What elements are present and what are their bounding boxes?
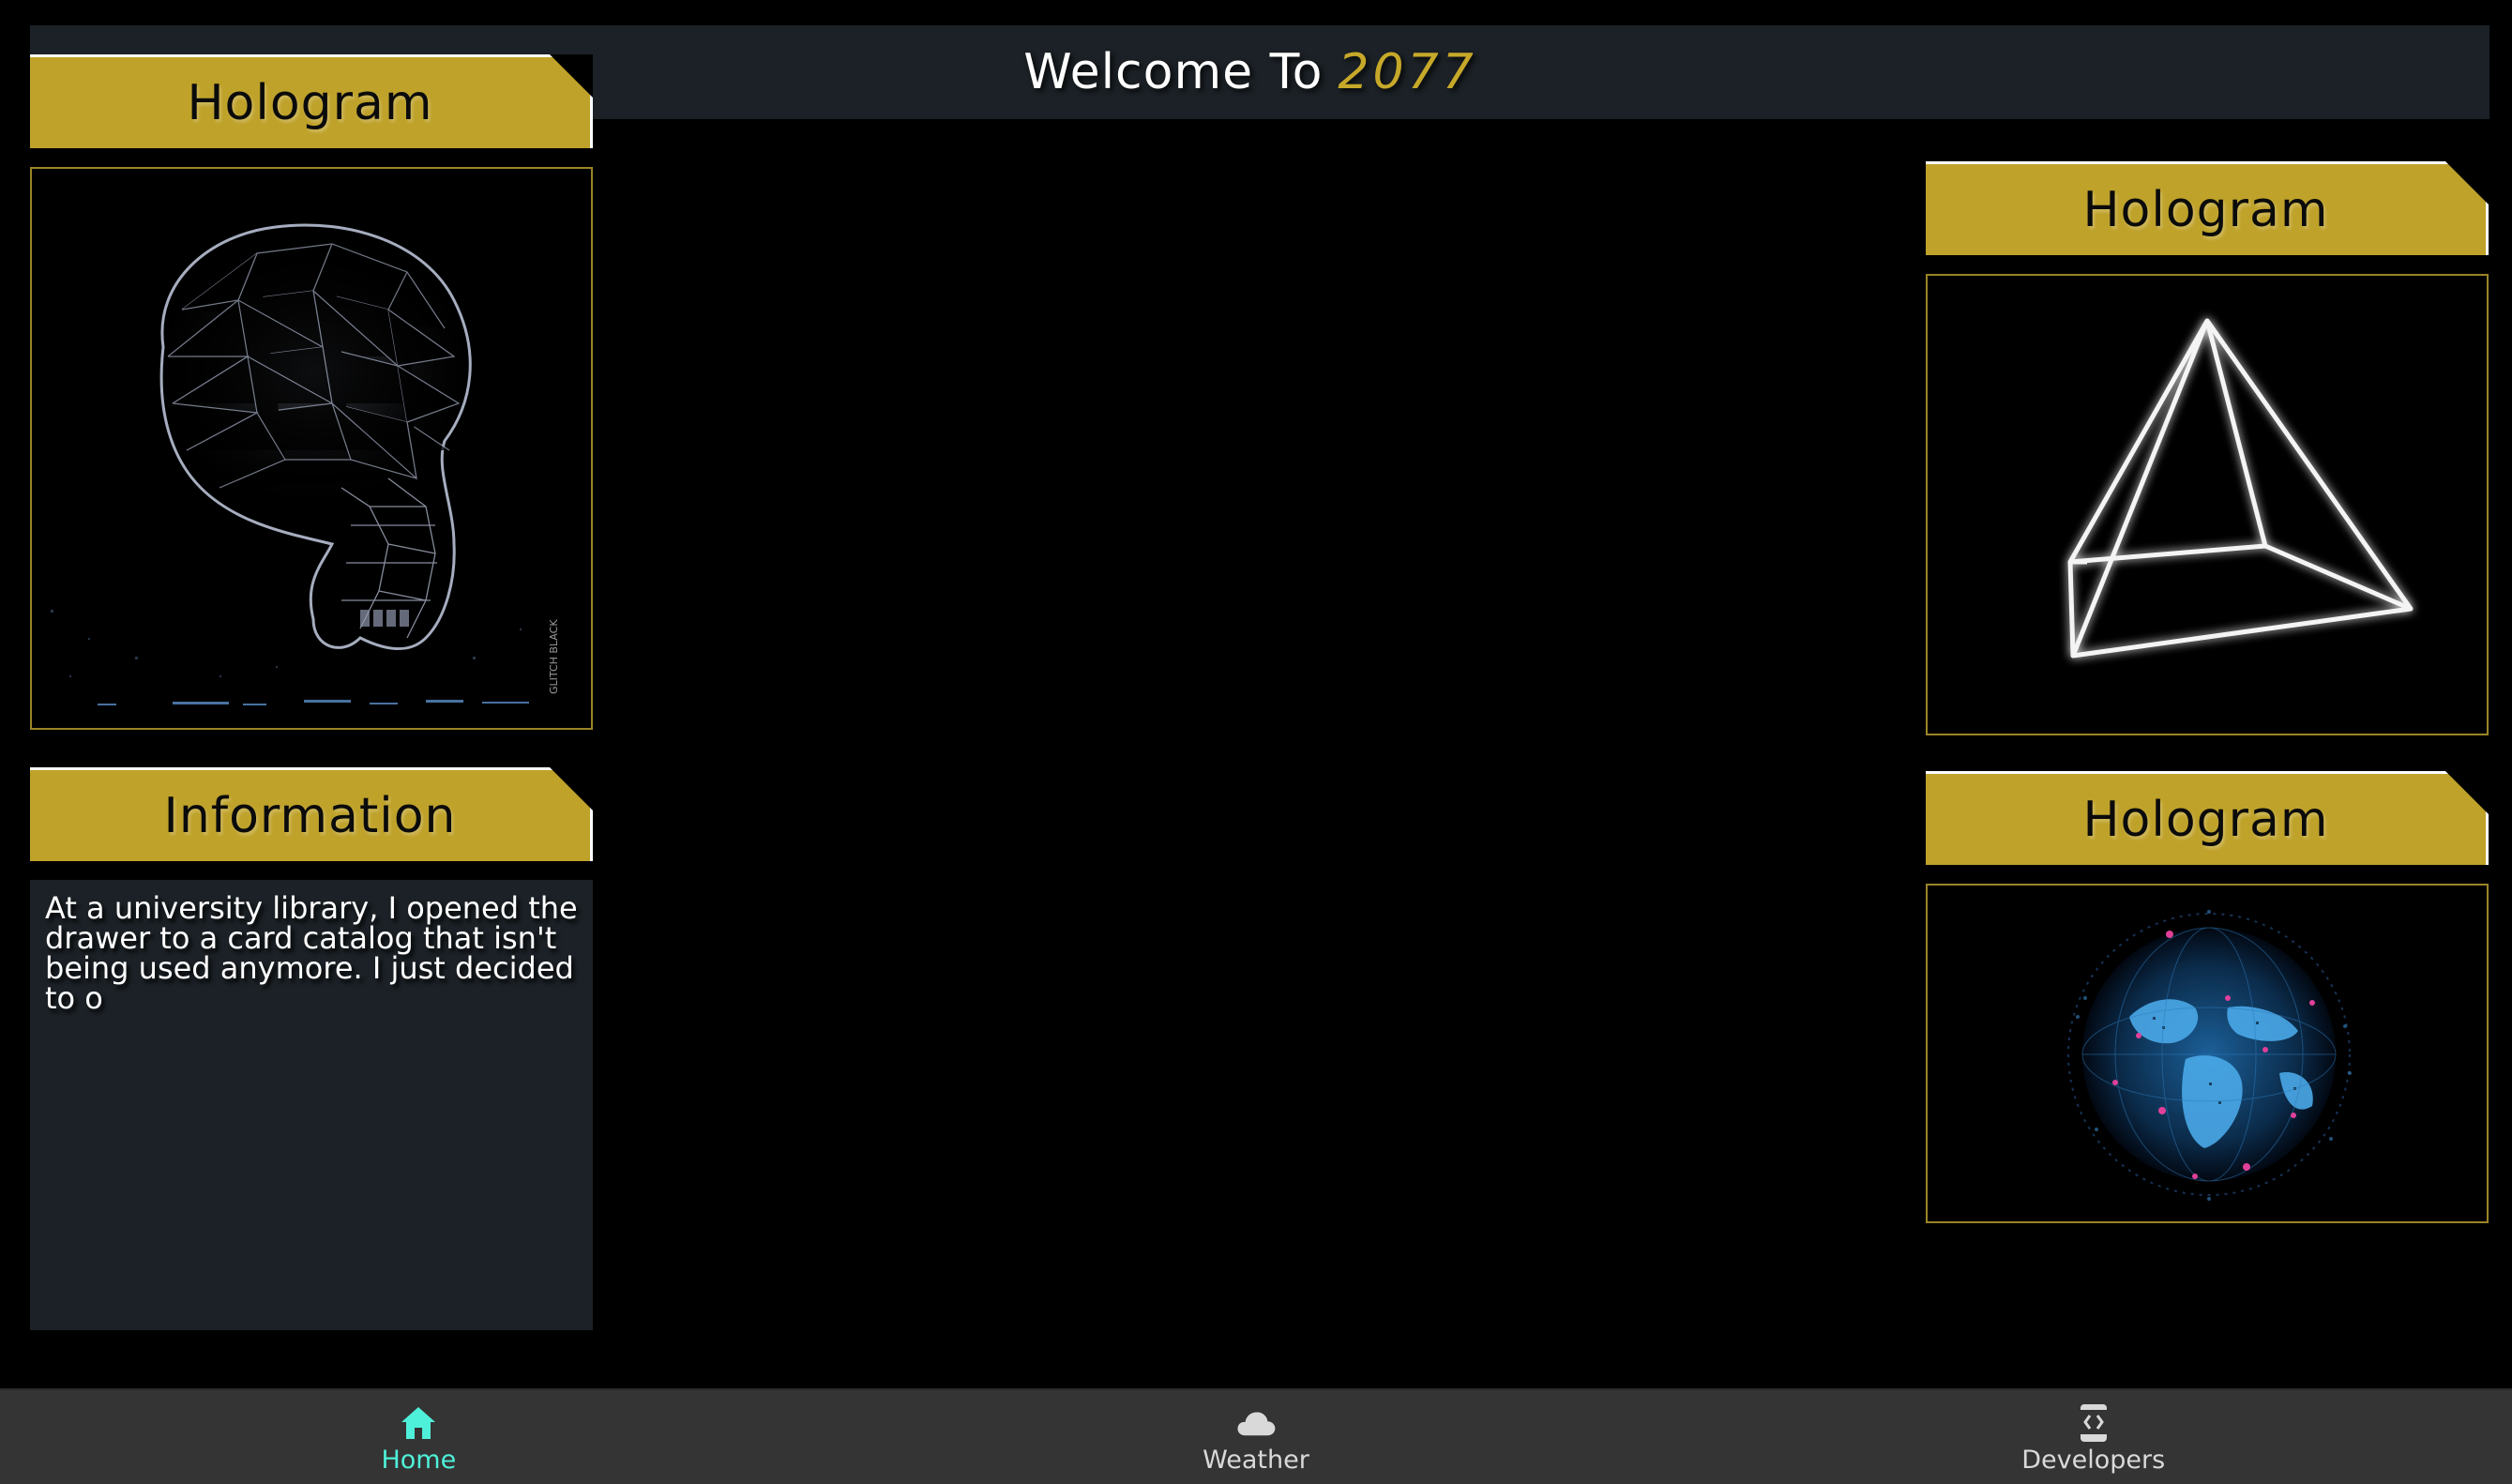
information-header-label: Information — [163, 787, 457, 844]
nav-weather-label: Weather — [1203, 1445, 1309, 1475]
information-header: Information — [30, 767, 593, 861]
right-bottom-hologram-header: Hologram — [1926, 771, 2489, 865]
code-file-icon — [2073, 1402, 2114, 1444]
home-icon — [398, 1402, 439, 1444]
left-hologram-header: Hologram — [30, 54, 593, 148]
right-top-hologram-header-label: Hologram — [2082, 181, 2329, 238]
information-text: At a university library, I opened the dr… — [45, 890, 578, 1016]
pyramid-hologram-frame — [1926, 274, 2489, 735]
header-corner-notch — [2445, 161, 2489, 204]
title-year: 2077 — [1338, 44, 1477, 100]
page-title: Welcome To 2077 — [1023, 44, 1476, 100]
nav-item-developers[interactable]: Developers — [1674, 1390, 2512, 1484]
cloud-icon — [1235, 1402, 1277, 1444]
skull-watermark: GLITCH BLACK — [548, 619, 560, 694]
right-bottom-hologram-header-label: Hologram — [2082, 791, 2329, 848]
header-corner-notch — [2445, 771, 2489, 814]
header-corner-notch — [550, 54, 593, 98]
bottom-navigation: Home Weather Developers — [0, 1388, 2512, 1484]
nav-item-weather[interactable]: Weather — [838, 1390, 1675, 1484]
wireframe-skull-image: GLITCH BLACK — [32, 169, 591, 728]
digital-globe-image — [1928, 886, 2487, 1221]
skull-hologram-frame: GLITCH BLACK — [30, 167, 593, 730]
wireframe-pyramid-image — [1928, 276, 2487, 734]
left-hologram-header-label: Hologram — [187, 74, 433, 131]
right-top-hologram-header: Hologram — [1926, 161, 2489, 255]
information-panel: At a university library, I opened the dr… — [30, 880, 593, 1330]
globe-hologram-frame — [1926, 884, 2489, 1223]
title-prefix: Welcome To — [1023, 44, 1324, 100]
nav-home-label: Home — [381, 1445, 457, 1475]
app-root: Welcome To 2077 Hologram GLITCH BLACK In… — [0, 0, 2512, 1484]
header-corner-notch — [550, 767, 593, 810]
nav-developers-label: Developers — [2021, 1445, 2166, 1475]
nav-item-home[interactable]: Home — [0, 1390, 838, 1484]
